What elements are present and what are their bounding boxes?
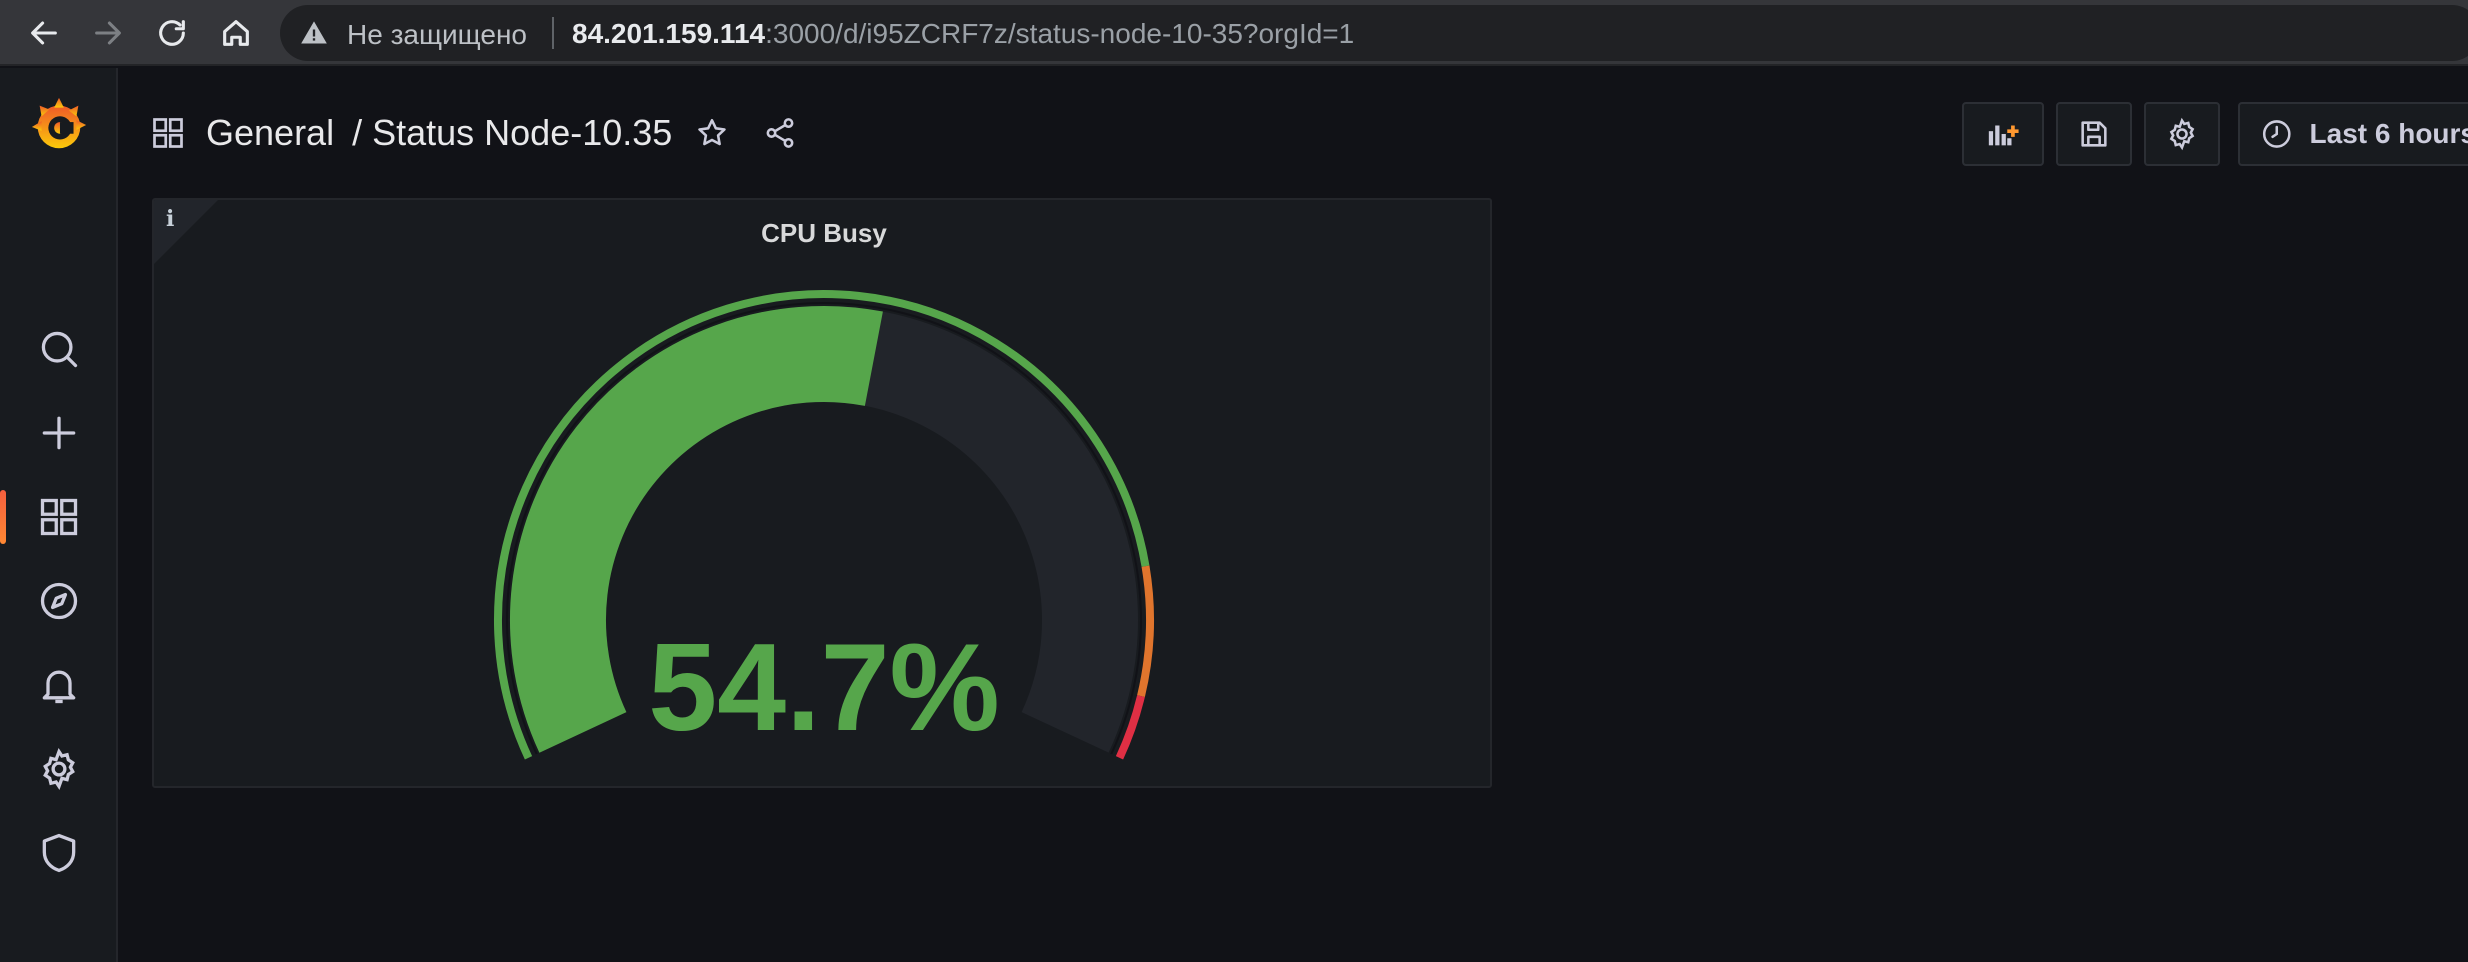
dashboards-icon: [40, 498, 78, 536]
breadcrumb-folder[interactable]: General: [206, 112, 334, 154]
sidebar-item-alerting[interactable]: [0, 650, 118, 720]
gauge-value-text: 54.7%: [648, 619, 1000, 757]
url-text[interactable]: 84.201.159.114:3000/d/i95ZCRF7z/status-n…: [572, 18, 1354, 50]
save-icon: [2081, 121, 2107, 147]
sidebar-item-create[interactable]: [0, 398, 118, 468]
time-range-label: Last 6 hours: [2309, 118, 2468, 149]
breadcrumb: General / Status Node-10.35: [150, 108, 800, 158]
settings-icon: [2169, 117, 2195, 151]
warning-triangle-icon: [301, 21, 327, 44]
dashboard-settings-button[interactable]: [2144, 102, 2220, 166]
alert-bell-icon: [42, 670, 76, 704]
gauge-chart: 54.7%: [494, 290, 1154, 760]
arrow-left-icon: [31, 21, 57, 45]
reload-icon: [159, 20, 185, 46]
url-path: :3000/d/i95ZCRF7z/status-node-10-35?orgI…: [765, 18, 1355, 49]
sidebar-item-server-admin[interactable]: [0, 818, 118, 888]
add-panel-button[interactable]: [1962, 102, 2044, 166]
save-dashboard-button[interactable]: [2056, 102, 2132, 166]
back-button[interactable]: [17, 6, 71, 60]
clock-icon: [2262, 120, 2291, 148]
star-icon: [698, 118, 727, 146]
gear-icon: [43, 747, 75, 791]
sidebar-item-search[interactable]: [0, 314, 118, 384]
home-button[interactable]: [209, 6, 263, 60]
cpu-busy-panel[interactable]: i CPU Busy 54.7%: [152, 198, 1492, 788]
side-menu: [0, 68, 118, 962]
share-dashboard-button[interactable]: [760, 113, 800, 153]
mark-favorite-button[interactable]: [692, 113, 732, 153]
arrow-right-icon: [95, 21, 121, 45]
plus-icon: [42, 416, 76, 450]
security-label[interactable]: Не защищено: [347, 19, 527, 51]
forward-button[interactable]: [81, 6, 135, 60]
shield-icon: [42, 833, 76, 873]
home-icon: [223, 20, 249, 46]
time-range-picker[interactable]: Last 6 hours: [2238, 102, 2468, 166]
sidebar-item-dashboards[interactable]: [0, 482, 118, 552]
threshold-band-orange: [1137, 565, 1154, 698]
sidebar-item-configuration[interactable]: [0, 734, 118, 804]
dashboards-icon: [153, 118, 183, 148]
share-icon: [766, 118, 794, 148]
reload-button[interactable]: [145, 6, 199, 60]
url-host: 84.201.159.114: [572, 18, 766, 49]
add-panel-icon: [1988, 125, 2019, 146]
dashboard-title[interactable]: Status Node-10.35: [372, 112, 672, 154]
active-indicator: [0, 490, 6, 544]
address-bar[interactable]: Не защищено 84.201.159.114:3000/d/i95ZCR…: [280, 5, 2468, 61]
url-divider: [552, 17, 554, 49]
sidebar-item-explore[interactable]: [0, 566, 118, 636]
explore-icon: [40, 582, 78, 620]
breadcrumb-separator: /: [352, 112, 363, 153]
search-icon: [41, 331, 78, 368]
browser-toolbar: Не защищено 84.201.159.114:3000/d/i95ZCR…: [0, 0, 2468, 66]
grafana-logo[interactable]: [28, 94, 90, 156]
